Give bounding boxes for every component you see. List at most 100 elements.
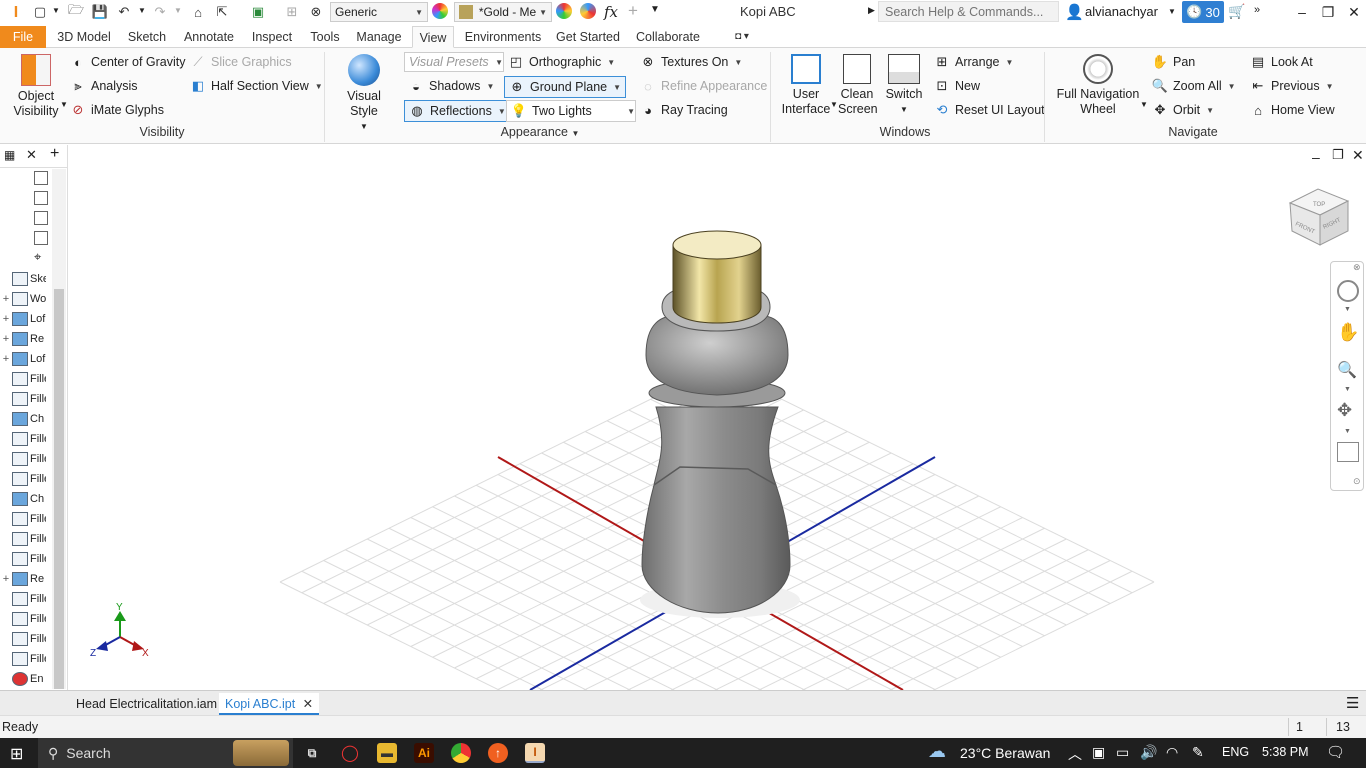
ground-plane-button[interactable]: ⊕ Ground Plane ▼	[504, 76, 627, 98]
orbit-button[interactable]: ✥ Orbit ▼	[1152, 102, 1214, 118]
document-menu-icon[interactable]: ☰	[1346, 694, 1359, 712]
browser-tree-item[interactable]: Fille	[0, 549, 52, 569]
sketch-icon[interactable]	[34, 211, 48, 225]
file-explorer-icon[interactable]: ▬	[377, 743, 397, 763]
user-name[interactable]: alvianachyar	[1085, 4, 1158, 19]
task-view-icon[interactable]: ⧉	[302, 743, 322, 763]
help-search-input[interactable]	[878, 1, 1059, 22]
redo-icon[interactable]: ↷	[150, 2, 170, 22]
design-doctor-icon[interactable]: ⊗	[306, 2, 326, 22]
chevron-down-icon[interactable]: ▼	[1344, 386, 1351, 393]
tab-collaborate[interactable]: Collaborate	[632, 26, 704, 48]
minimize-icon[interactable]: –	[1290, 2, 1314, 22]
browser-tree-item[interactable]: Fille	[0, 529, 52, 549]
look-at-button[interactable]: ▤ Look At	[1250, 54, 1313, 70]
nav-bar-options-icon[interactable]: ⊙	[1353, 476, 1361, 487]
language-indicator[interactable]: ENG	[1222, 745, 1249, 759]
browser-tree-item[interactable]: Ske	[0, 269, 52, 289]
shadows-button[interactable]: ◒ Shadows ▼	[408, 78, 494, 94]
ray-tracing-button[interactable]: ◕ Ray Tracing	[640, 102, 728, 118]
chevron-down-icon[interactable]: ▼	[1344, 306, 1351, 313]
material-combo[interactable]: *Gold - Me ▼	[454, 2, 552, 22]
chevron-up-icon[interactable]: ︿	[1068, 744, 1082, 764]
browser-tree-item[interactable]: Fille	[0, 389, 52, 409]
visual-style-combo[interactable]: Generic ▼	[330, 2, 428, 22]
browser-menu-icon[interactable]: ▦	[4, 148, 15, 162]
expand-icon[interactable]: +	[0, 313, 12, 325]
browser-tree-item[interactable]: Fille	[0, 449, 52, 469]
view-cube[interactable]: TOP FRONT RIGHT	[1288, 188, 1350, 246]
windows-start-icon[interactable]: ⊞	[10, 744, 23, 764]
sketch-icon[interactable]	[34, 191, 48, 205]
reflections-button[interactable]: ◍ Reflections ▼	[404, 100, 511, 122]
center-of-gravity-button[interactable]: ◐ Center of Gravity	[70, 54, 185, 70]
graphics-viewport[interactable]: Y X Z TOP FRONT RIGHT – ❐ ✕ ⊗ ▼ ✋ 🔍 ▼ ✥ …	[68, 145, 1366, 690]
browser-tree-item[interactable]: + Lof	[0, 309, 52, 329]
browser-tree-item[interactable]: + Re	[0, 569, 52, 589]
weather-text[interactable]: 23°C Berawan	[960, 745, 1050, 761]
measure-icon[interactable]: ⊞	[282, 2, 302, 22]
slice-graphics-button[interactable]: ⟋ Slice Graphics	[190, 54, 291, 70]
doc-tab-head-electricalitation[interactable]: Head Electricalitation.iam	[70, 693, 223, 715]
tab-tools[interactable]: Tools	[306, 26, 344, 48]
undo-icon[interactable]: ↶	[114, 2, 134, 22]
taskbar-search[interactable]: ⚲ Search	[38, 738, 293, 768]
visual-style-button[interactable]: Visual Style ▼	[332, 54, 396, 134]
new-file-icon[interactable]: ▢	[30, 2, 50, 22]
pan-hand-icon[interactable]: ✋	[1337, 322, 1359, 343]
tab-manage[interactable]: Manage	[354, 26, 404, 48]
new-window-button[interactable]: ⊡ New	[934, 78, 980, 94]
pan-button[interactable]: ✋ Pan	[1152, 54, 1195, 70]
switch-button[interactable]: Switch ▼	[882, 54, 926, 117]
open-folder-icon[interactable]: 🗁	[66, 2, 86, 22]
volume-icon[interactable]: 🔊	[1140, 744, 1157, 761]
tab-get-started[interactable]: Get Started	[554, 26, 622, 48]
tab-environments[interactable]: Environments	[462, 26, 544, 48]
scrollbar-thumb[interactable]	[54, 289, 64, 689]
camera-icon[interactable]: ▣	[1092, 744, 1105, 761]
browser-tree-item[interactable]: Fille	[0, 429, 52, 449]
tab-view[interactable]: View	[412, 26, 454, 48]
browser-tree-item[interactable]: Fille	[0, 589, 52, 609]
browser-tree-item[interactable]: Fille	[0, 369, 52, 389]
previous-view-button[interactable]: ⇤ Previous ▼	[1250, 78, 1334, 94]
tab-inspect[interactable]: Inspect	[248, 26, 296, 48]
battery-icon[interactable]: ▭	[1116, 744, 1129, 761]
clock-time[interactable]: 5:38 PM	[1262, 745, 1309, 759]
tab-3d-model[interactable]: 3D Model	[54, 26, 114, 48]
browser-tree-item[interactable]: Ch	[0, 409, 52, 429]
appearance-group-label[interactable]: Appearance ▼	[480, 125, 600, 139]
work-plane-icon[interactable]	[34, 171, 48, 185]
wifi-icon[interactable]: ◠	[1166, 744, 1178, 761]
weather-icon[interactable]: ☁	[928, 741, 946, 762]
analysis-button[interactable]: ⫸ Analysis	[70, 78, 137, 94]
half-section-view-button[interactable]: ◧ Half Section View ▼	[190, 78, 323, 94]
user-interface-dropdown-icon[interactable]: ▼	[830, 100, 838, 109]
opera-icon[interactable]: ◯	[340, 743, 360, 763]
home-view-button[interactable]: ⌂ Home View	[1250, 102, 1335, 118]
restore-icon[interactable]: ❐	[1316, 2, 1340, 22]
parameters-icon[interactable]: fx	[604, 3, 618, 21]
more-icon[interactable]: »	[1254, 4, 1260, 16]
zoom-icon[interactable]: 🔍	[1337, 360, 1357, 380]
plus-icon[interactable]: +	[628, 1, 638, 21]
ribbon-options-icon[interactable]: ◘ ▾	[726, 26, 758, 48]
select-icon[interactable]: ⇱	[212, 2, 232, 22]
user-interface-button[interactable]: User Interface	[780, 54, 832, 117]
expand-icon[interactable]: +	[0, 293, 12, 305]
color-wheel-icon[interactable]	[432, 3, 448, 19]
browser-tree-item[interactable]: + Lof	[0, 349, 52, 369]
viewport-restore-icon[interactable]: ❐	[1332, 147, 1344, 163]
browser-tree-item[interactable]: Fille	[0, 509, 52, 529]
browser-tree-item[interactable]: + Re	[0, 329, 52, 349]
expand-icon[interactable]: +	[0, 353, 12, 365]
work-point-icon[interactable]: ⌖	[34, 249, 41, 265]
user-icon[interactable]: 👤	[1065, 3, 1084, 21]
close-tab-icon[interactable]: ✕	[303, 697, 313, 711]
nav-bar-close-icon[interactable]: ⊗	[1353, 262, 1361, 273]
lighting-select[interactable]: 💡 Two Lights ▼	[506, 100, 636, 122]
tab-file[interactable]: File	[0, 26, 46, 48]
browser-close-icon[interactable]: ✕	[26, 147, 37, 163]
browser-tree-item[interactable]: Fille	[0, 609, 52, 629]
object-visibility-button[interactable]: Object Visibility	[10, 54, 62, 119]
